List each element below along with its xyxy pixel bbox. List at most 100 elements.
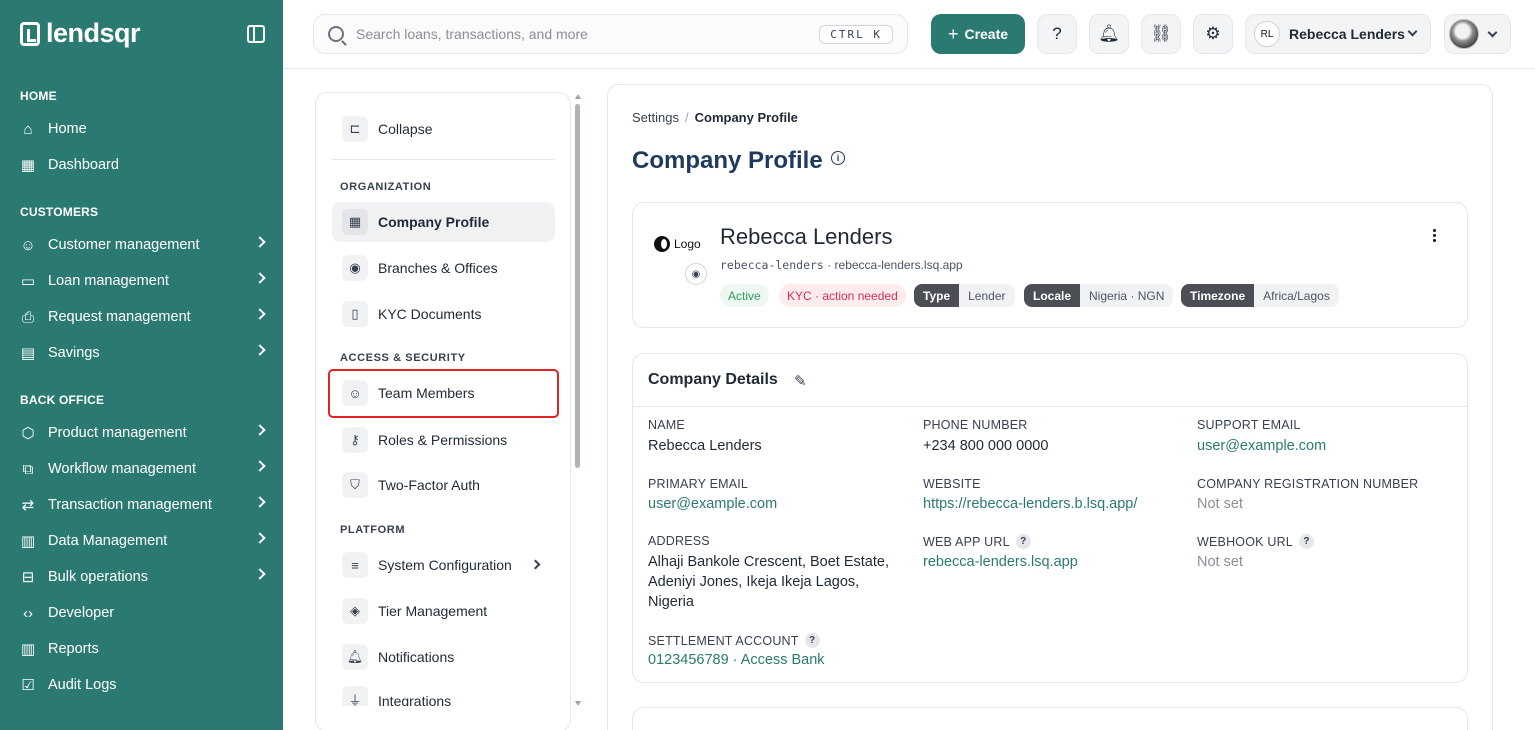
field-label-address: ADDRESS bbox=[648, 534, 710, 548]
plus-icon: + bbox=[947, 23, 959, 44]
savings-icon: ▤ bbox=[20, 345, 36, 362]
field-label-primary-email: PRIMARY EMAIL bbox=[648, 477, 749, 491]
brand-logo[interactable]: lendsqr bbox=[20, 18, 141, 49]
chevron-right-icon bbox=[254, 272, 266, 284]
divider bbox=[332, 159, 555, 160]
nav-item-notifications[interactable]: 🔔︎ Notifications bbox=[332, 637, 555, 677]
tray-icon: ⊟ bbox=[21, 569, 35, 586]
chevron-right-icon bbox=[254, 496, 266, 508]
section-home: HOME bbox=[20, 89, 57, 103]
sidebar-item-developer[interactable]: ‹› Developer bbox=[18, 599, 268, 627]
help-icon[interactable]: ? bbox=[1015, 534, 1031, 549]
sidebar: lendsqr HOME ⌂ Home ▦ Dashboard CUSTOMERS … bbox=[0, 0, 283, 730]
field-value-settlement-account[interactable]: 0123456789 · Access Bank bbox=[648, 650, 825, 670]
field-label-registration-number: COMPANY REGISTRATION NUMBER bbox=[1197, 477, 1419, 491]
sidebar-item-loan-management[interactable]: ▭ Loan management bbox=[18, 267, 268, 295]
links-button[interactable]: ⛓︎ bbox=[1141, 14, 1181, 54]
nav-item-kyc-documents[interactable]: ▯ KYC Documents bbox=[332, 294, 555, 334]
field-label-website: WEBSITE bbox=[923, 477, 981, 491]
timezone-tag: Timezone Africa/Lagos bbox=[1181, 284, 1339, 307]
lendsqr-logo-icon bbox=[20, 21, 40, 46]
breadcrumb-settings[interactable]: Settings bbox=[632, 110, 679, 125]
company-logo: Logo bbox=[654, 236, 701, 252]
section-back-office: BACK OFFICE bbox=[20, 393, 105, 407]
info-icon[interactable]: i bbox=[831, 151, 845, 165]
help-button[interactable]: ? bbox=[1037, 14, 1077, 54]
search-input[interactable]: Search loans, transactions, and more bbox=[356, 26, 588, 42]
more-options-icon[interactable] bbox=[1433, 229, 1437, 245]
field-value-website[interactable]: https://rebecca-lenders.b.lsq.app/ bbox=[923, 494, 1137, 514]
create-button[interactable]: + Create bbox=[931, 14, 1025, 54]
scroll-up-arrow[interactable] bbox=[575, 94, 581, 99]
sidebar-item-audit-logs[interactable]: ☑ Audit Logs bbox=[18, 671, 268, 699]
field-value-support-email[interactable]: user@example.com bbox=[1197, 436, 1326, 456]
org-name: Rebecca Lenders bbox=[1289, 26, 1405, 42]
type-tag: Type Lender bbox=[914, 284, 1015, 307]
company-subtitle: rebecca-lenders · rebecca-lenders.lsq.ap… bbox=[720, 258, 963, 272]
scroll-down-arrow[interactable] bbox=[575, 701, 581, 706]
building-icon: ▦ bbox=[342, 209, 368, 235]
link-icon: ⛓︎ bbox=[1150, 24, 1172, 43]
scroll-thumb[interactable] bbox=[575, 104, 580, 468]
users-icon: ☺ bbox=[20, 236, 36, 254]
chevron-right-icon bbox=[254, 308, 266, 320]
breadcrumb: Settings / Company Profile bbox=[632, 110, 798, 125]
sidebar-item-product-management[interactable]: ⬡ Product management bbox=[18, 419, 268, 447]
user-avatar bbox=[1449, 19, 1479, 49]
nav-section-access-security: ACCESS & SECURITY bbox=[340, 352, 466, 364]
global-search[interactable]: Search loans, transactions, and more CTR… bbox=[313, 14, 908, 54]
sidebar-item-request-management[interactable]: ⎙ Request management bbox=[18, 303, 268, 331]
field-label-name: NAME bbox=[648, 418, 685, 432]
loan-icon: ▭ bbox=[20, 273, 36, 290]
nav-item-system-configuration[interactable]: ≡ System Configuration bbox=[332, 545, 555, 585]
search-icon bbox=[328, 26, 344, 42]
camera-icon[interactable]: ◉ bbox=[685, 263, 707, 285]
user-menu[interactable] bbox=[1444, 14, 1511, 54]
bell-icon: 🔔︎ bbox=[1098, 24, 1120, 43]
field-label-settlement-account: SETTLEMENT ACCOUNT? bbox=[648, 633, 820, 648]
layers-icon: ◈ bbox=[342, 598, 368, 624]
home-icon: ⌂ bbox=[23, 120, 33, 138]
document-icon: ▯ bbox=[342, 301, 368, 327]
status-badge: Active bbox=[720, 284, 769, 307]
organization-switcher[interactable]: RL Rebecca Lenders bbox=[1245, 14, 1431, 54]
nav-item-integrations[interactable]: ⏚ Integrations bbox=[332, 683, 555, 706]
top-bar: Search loans, transactions, and more CTR… bbox=[283, 0, 1535, 69]
nav-item-branches-offices[interactable]: ◉ Branches & Offices bbox=[332, 248, 555, 288]
notifications-button[interactable]: 🔔︎ bbox=[1089, 14, 1129, 54]
nav-item-tier-management[interactable]: ◈ Tier Management bbox=[332, 591, 555, 631]
sidebar-item-home[interactable]: ⌂ Home bbox=[18, 115, 268, 143]
nav-item-roles-permissions[interactable]: ⚷ Roles & Permissions bbox=[332, 420, 555, 460]
collapse-sidebar-icon[interactable] bbox=[247, 25, 265, 43]
sidebar-item-workflow-management[interactable]: ⧉ Workflow management bbox=[18, 455, 268, 483]
chevron-right-icon bbox=[530, 559, 541, 570]
company-name: Rebecca Lenders bbox=[720, 224, 893, 249]
sidebar-item-customer-management[interactable]: ☺ Customer management bbox=[18, 231, 268, 259]
field-value-primary-email[interactable]: user@example.com bbox=[648, 494, 777, 514]
location-icon: ◉ bbox=[342, 255, 368, 281]
nav-section-platform: PLATFORM bbox=[340, 524, 406, 536]
field-value-web-app-url[interactable]: rebecca-lenders.lsq.app bbox=[923, 552, 1078, 572]
sidebar-item-savings[interactable]: ▤ Savings bbox=[18, 339, 268, 367]
collapse-settings-nav[interactable]: ⊏ Collapse bbox=[332, 109, 555, 149]
help-icon[interactable]: ? bbox=[1298, 534, 1314, 549]
box-icon: ⬡ bbox=[21, 425, 35, 442]
settings-nav-scrollbar[interactable] bbox=[574, 92, 584, 706]
sliders-icon: ≡ bbox=[342, 552, 368, 578]
chevron-right-icon bbox=[254, 532, 266, 544]
sidebar-item-reports[interactable]: ▥ Reports bbox=[18, 635, 268, 663]
sidebar-item-dashboard[interactable]: ▦ Dashboard bbox=[18, 151, 268, 179]
nav-item-two-factor-auth[interactable]: ⛉ Two-Factor Auth bbox=[332, 465, 555, 505]
nav-item-company-profile[interactable]: ▦ Company Profile bbox=[332, 202, 555, 242]
sidebar-item-data-management[interactable]: ▥ Data Management bbox=[18, 527, 268, 555]
chart-icon: ▥ bbox=[20, 533, 36, 550]
help-icon[interactable]: ? bbox=[804, 633, 820, 648]
kyc-badge[interactable]: KYC · action needed bbox=[779, 284, 906, 307]
company-slug: rebecca-lenders bbox=[720, 258, 824, 272]
sidebar-item-transaction-management[interactable]: ⇄ Transaction management bbox=[18, 491, 268, 519]
locale-tag: Locale Nigeria · NGN bbox=[1024, 284, 1174, 307]
company-domain: · rebecca-lenders.lsq.app bbox=[827, 258, 963, 272]
sidebar-item-bulk-operations[interactable]: ⊟ Bulk operations bbox=[18, 563, 268, 591]
edit-icon[interactable]: ✎ bbox=[794, 372, 807, 390]
settings-button[interactable]: ⚙ bbox=[1193, 14, 1233, 54]
